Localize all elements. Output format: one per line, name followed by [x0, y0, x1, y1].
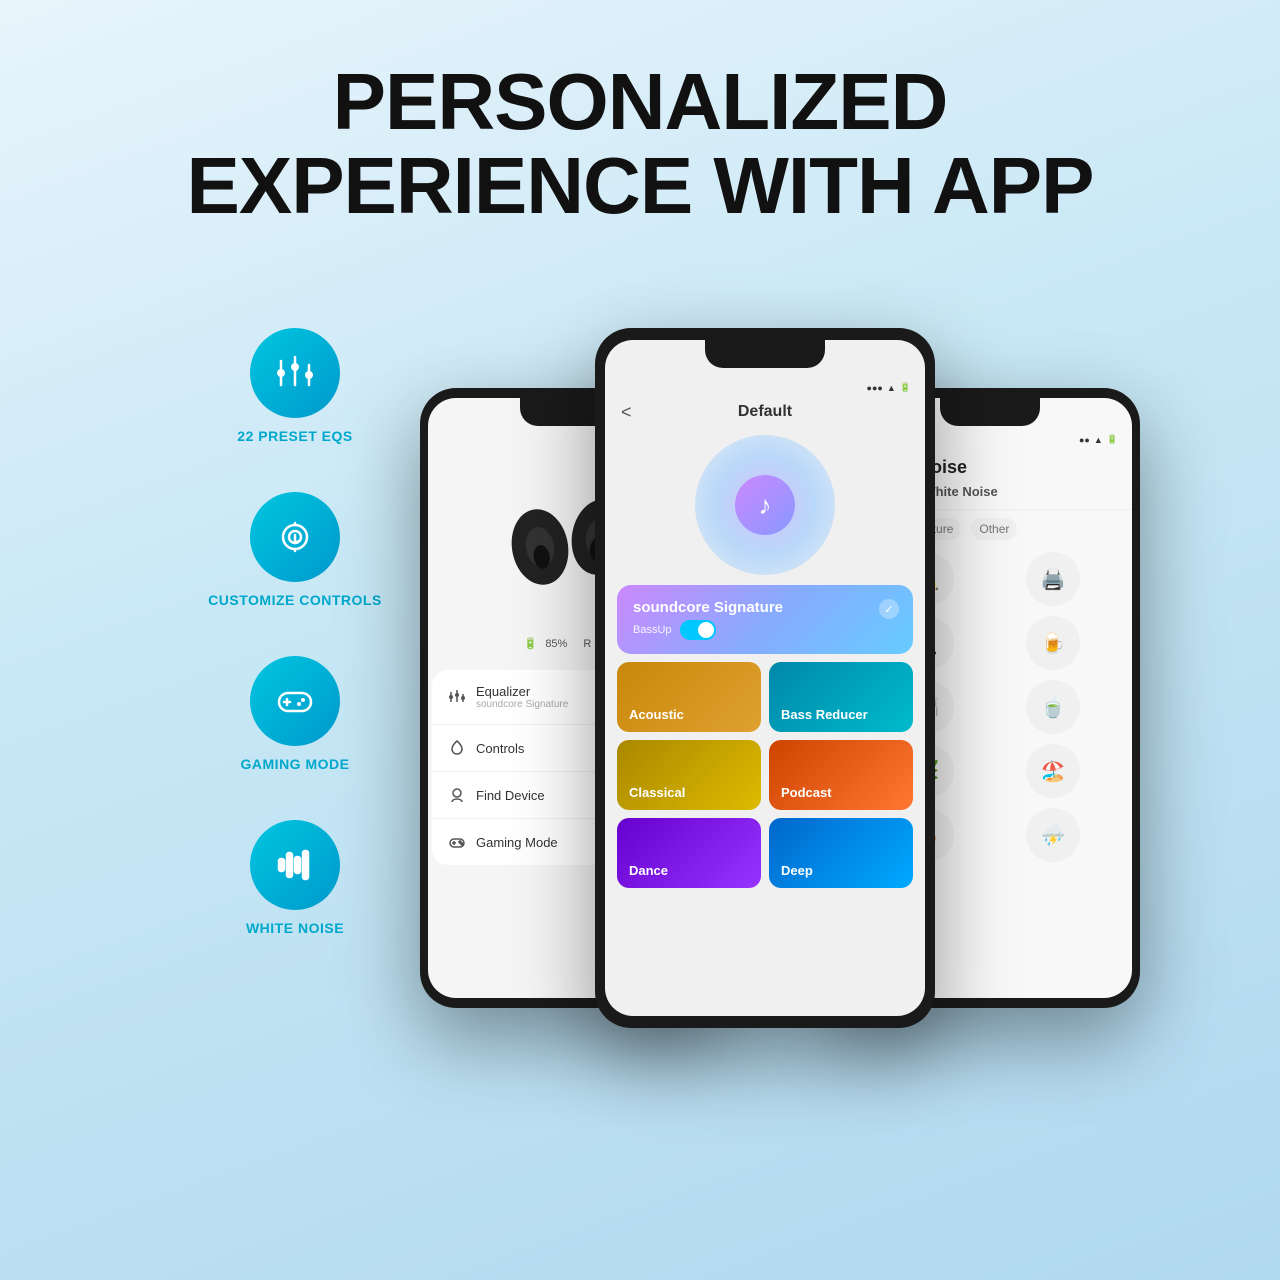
- eq-selected-card[interactable]: soundcore Signature BassUp ✓: [617, 585, 913, 654]
- center-header: < Default: [605, 395, 925, 425]
- sound-icon-beach[interactable]: 🏖️: [1026, 744, 1080, 798]
- eq-classical-label: Classical: [629, 785, 685, 800]
- feature-customize: CUSTOMIZE CONTROLS: [200, 492, 390, 608]
- gaming-label: GAMING MODE: [241, 756, 350, 772]
- eq-podcast-label: Podcast: [781, 785, 832, 800]
- phone-center-notch: [705, 340, 825, 368]
- equalizer-menu-icon: [448, 688, 466, 706]
- sound-icon-thunder[interactable]: ⛈️: [1026, 808, 1080, 862]
- eq-dance-card[interactable]: Dance: [617, 818, 761, 888]
- customize-label: CUSTOMIZE CONTROLS: [208, 592, 382, 608]
- preset-eqs-circle: [250, 328, 340, 418]
- waveform-icon: [273, 843, 317, 887]
- phones-container: 📶 🔋: [390, 268, 1140, 1148]
- eq-podcast-card[interactable]: Podcast: [769, 740, 913, 810]
- gamepad-icon: [273, 679, 317, 723]
- white-noise-circle: [250, 820, 340, 910]
- checkmark-icon: ✓: [879, 599, 899, 619]
- gaming-mode-icon: [448, 833, 466, 851]
- feature-preset-eqs: 22 PRESET EQS: [200, 328, 390, 444]
- eq-deep-label: Deep: [781, 863, 813, 878]
- gaming-circle: [250, 656, 340, 746]
- phone-center-screen: ●●● ▲ 🔋 < Default ♪: [605, 340, 925, 1016]
- touch-icon: [273, 515, 317, 559]
- eq-options-grid: Acoustic Bass Reducer Classical Podcast: [617, 662, 913, 888]
- sound-icon-tea[interactable]: 🍵: [1026, 680, 1080, 734]
- feature-white-noise: WHITE NOISE: [200, 820, 390, 936]
- status-bar-center: ●●● ▲ 🔋: [605, 376, 925, 395]
- eq-acoustic-label: Acoustic: [629, 707, 684, 722]
- features-list: 22 PRESET EQS CUSTOMIZE CONTROLS: [140, 268, 390, 936]
- bassup-row: BassUp: [633, 620, 897, 640]
- sound-icon-print[interactable]: 🖨️: [1026, 552, 1080, 606]
- preset-eqs-label: 22 PRESET EQS: [237, 428, 352, 444]
- eq-bass-reducer-card[interactable]: Bass Reducer: [769, 662, 913, 732]
- eq-dance-label: Dance: [629, 863, 668, 878]
- screen-title: Default: [738, 403, 792, 421]
- white-noise-label: WHITE NOISE: [246, 920, 344, 936]
- phone-right-notch: [940, 398, 1040, 426]
- sub-tab-other[interactable]: Other: [971, 518, 1017, 540]
- eq-bass-reducer-label: Bass Reducer: [781, 707, 868, 722]
- equalizer-icon: [273, 351, 317, 395]
- eq-selected-name: soundcore Signature: [633, 599, 897, 616]
- music-note: ♪: [735, 475, 795, 535]
- sound-icon-beer[interactable]: 🍺: [1026, 616, 1080, 670]
- headline-line2: EXPERIENCE WITH APP: [0, 144, 1280, 228]
- headline: PERSONALIZED EXPERIENCE WITH APP: [0, 0, 1280, 268]
- bassup-toggle[interactable]: [680, 620, 716, 640]
- customize-circle: [250, 492, 340, 582]
- content-area: 22 PRESET EQS CUSTOMIZE CONTROLS: [0, 268, 1280, 1168]
- phone-center: ●●● ▲ 🔋 < Default ♪: [595, 328, 935, 1028]
- headline-line1: PERSONALIZED: [0, 60, 1280, 144]
- eq-classical-card[interactable]: Classical: [617, 740, 761, 810]
- eq-deep-card[interactable]: Deep: [769, 818, 913, 888]
- controls-menu-icon: [448, 739, 466, 757]
- eq-acoustic-card[interactable]: Acoustic: [617, 662, 761, 732]
- find-device-icon: [448, 786, 466, 804]
- back-button[interactable]: <: [621, 402, 632, 423]
- feature-gaming: GAMING MODE: [200, 656, 390, 772]
- music-visual: ♪: [695, 435, 835, 575]
- bassup-label: BassUp: [633, 624, 672, 636]
